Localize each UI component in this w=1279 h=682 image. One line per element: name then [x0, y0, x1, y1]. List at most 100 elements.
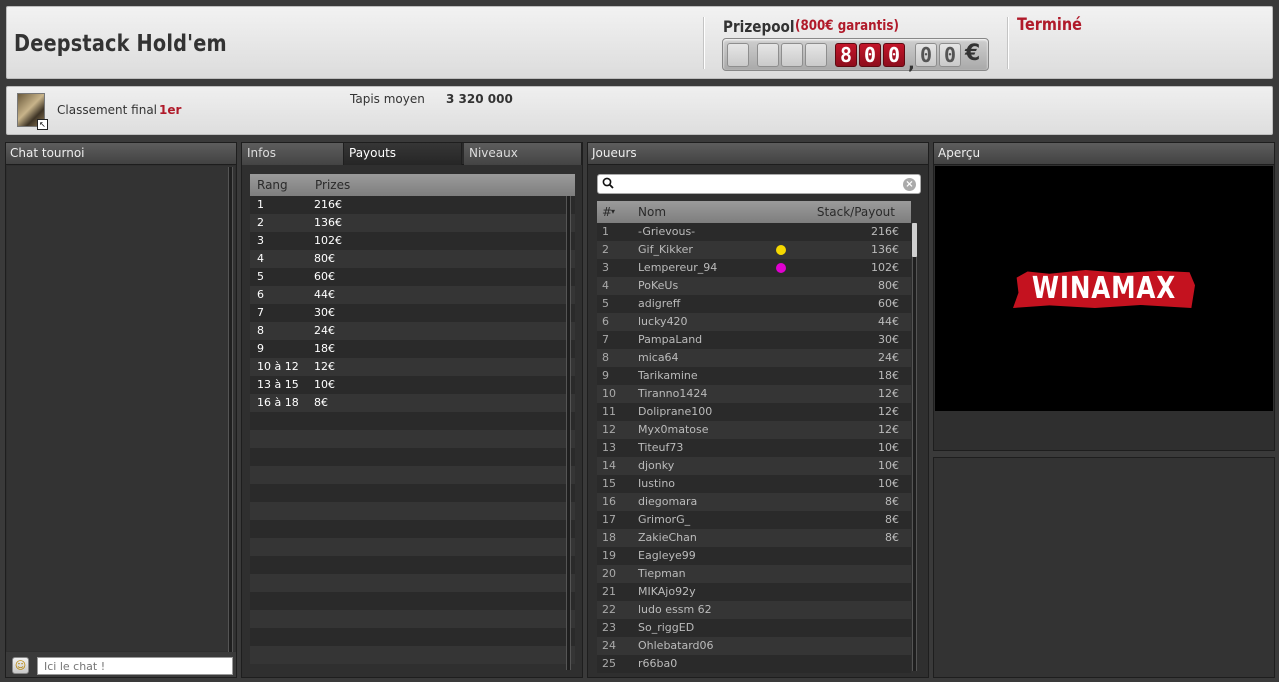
panel-tabs: Infos Payouts Niveaux — [242, 143, 582, 165]
payout-rank: 4 — [257, 252, 264, 265]
tournament-title: Deepstack Hold'em — [14, 31, 227, 57]
column-prizes[interactable]: Prizes — [315, 178, 350, 192]
players-scrollbar[interactable] — [912, 223, 917, 671]
player-row[interactable]: 13 Titeuf73 10€ — [597, 439, 911, 457]
player-rank: 17 — [602, 513, 616, 526]
avg-stack-label: Tapis moyen — [350, 92, 425, 106]
players-panel: Joueurs × # ▾ Nom Stack/Payout 1 -Grievou… — [587, 142, 929, 678]
prizepool-guarantee: (800€ garantis) — [795, 18, 899, 34]
player-row[interactable]: 10 Tiranno1424 12€ — [597, 385, 911, 403]
payouts-table-header: Rang Prizes — [250, 174, 575, 196]
player-row[interactable]: 15 Iustino 10€ — [597, 475, 911, 493]
player-rank: 24 — [602, 639, 616, 652]
payout-rank: 6 — [257, 288, 264, 301]
preview-panel-title: Aperçu — [934, 143, 1274, 165]
winamax-logo: WINAMAX — [1013, 270, 1195, 308]
player-rank: 2 — [602, 243, 609, 256]
player-row[interactable]: 12 Myx0matose 12€ — [597, 421, 911, 439]
clear-search-icon[interactable]: × — [903, 178, 916, 191]
player-rank: 13 — [602, 441, 616, 454]
tab-infos[interactable]: Infos — [242, 143, 344, 165]
player-rank: 15 — [602, 477, 616, 490]
payout-prize: 8€ — [314, 396, 328, 409]
payouts-scrollbar[interactable] — [566, 196, 571, 670]
chat-input[interactable] — [37, 657, 233, 675]
payout-row: 7 30€ — [250, 304, 575, 322]
player-stack: 8€ — [885, 495, 899, 508]
player-row[interactable]: 19 Eagleye99 — [597, 547, 911, 565]
player-stack: 44€ — [878, 315, 899, 328]
tab-payouts[interactable]: Payouts — [344, 143, 462, 165]
player-row[interactable]: 4 PoKeUs 80€ — [597, 277, 911, 295]
payout-prize: 102€ — [314, 234, 342, 247]
player-row[interactable]: 14 djonky 10€ — [597, 457, 911, 475]
player-name: -Grievous- — [638, 225, 696, 238]
tab-niveaux[interactable]: Niveaux — [464, 143, 582, 165]
player-row[interactable]: 17 GrimorG_ 8€ — [597, 511, 911, 529]
player-row[interactable]: 21 MIKAjo92y — [597, 583, 911, 601]
player-rank: 16 — [602, 495, 616, 508]
payout-prize: 80€ — [314, 252, 335, 265]
payout-rank: 8 — [257, 324, 264, 337]
tournament-status: Terminé — [1017, 15, 1082, 35]
search-icon — [602, 177, 614, 189]
column-stack-payout[interactable]: Stack/Payout — [817, 205, 895, 219]
payouts-rows: 1 216€ 2 136€ 3 102€ 4 80€ 5 60€ 6 44€ 7 30€ 8 24€ 9 18€ 1… — [250, 196, 575, 664]
player-row[interactable]: 5 adigreff 60€ — [597, 295, 911, 313]
player-stack: 102€ — [871, 261, 899, 274]
player-row[interactable]: 24 Ohlebatard06 — [597, 637, 911, 655]
player-stack: 10€ — [878, 441, 899, 454]
player-rank: 18 — [602, 531, 616, 544]
player-name: djonky — [638, 459, 675, 472]
sort-desc-icon[interactable]: ▾ — [611, 207, 615, 216]
payout-row-empty — [250, 466, 575, 484]
player-rank: 21 — [602, 585, 616, 598]
chat-panel-title: Chat tournoi — [6, 143, 236, 165]
payout-rank: 5 — [257, 270, 264, 283]
chat-messages[interactable] — [7, 166, 235, 651]
column-rang[interactable]: Rang — [257, 178, 288, 192]
player-row[interactable]: 9 Tarikamine 18€ — [597, 367, 911, 385]
player-name: PoKeUs — [638, 279, 679, 292]
player-row[interactable]: 25 r66ba0 — [597, 655, 911, 673]
player-row[interactable]: 16 diegomara 8€ — [597, 493, 911, 511]
tournament-header: Deepstack Hold'em Prizepool (800€ garant… — [6, 6, 1273, 79]
player-search[interactable]: × — [597, 174, 921, 194]
player-row[interactable]: 3 Lempereur_94 102€ — [597, 259, 911, 277]
player-row[interactable]: 7 PampaLand 30€ — [597, 331, 911, 349]
player-row[interactable]: 18 ZakieChan 8€ — [597, 529, 911, 547]
players-scrollbar-thumb[interactable] — [912, 223, 917, 257]
player-stack: 8€ — [885, 513, 899, 526]
player-row[interactable]: 22 ludo essm 62 — [597, 601, 911, 619]
player-row[interactable]: 2 Gif_Kikker 136€ — [597, 241, 911, 259]
player-stack: 30€ — [878, 333, 899, 346]
chat-scrollbar[interactable] — [228, 167, 233, 653]
player-rank: 22 — [602, 603, 616, 616]
player-row[interactable]: 23 So_riggED — [597, 619, 911, 637]
payout-rank: 16 à 18 — [257, 396, 299, 409]
payout-prize: 10€ — [314, 378, 335, 391]
player-row[interactable]: 6 lucky420 44€ — [597, 313, 911, 331]
table-preview[interactable]: WINAMAX — [935, 166, 1273, 411]
player-name: ludo essm 62 — [638, 603, 712, 616]
column-name[interactable]: Nom — [638, 205, 666, 219]
player-stack: 80€ — [878, 279, 899, 292]
player-row[interactable]: 8 mica64 24€ — [597, 349, 911, 367]
player-stack: 10€ — [878, 477, 899, 490]
payout-rank: 10 à 12 — [257, 360, 299, 373]
player-row[interactable]: 1 -Grievous- 216€ — [597, 223, 911, 241]
player-status-dot-icon — [776, 263, 786, 273]
player-name: GrimorG_ — [638, 513, 691, 526]
payout-rank: 7 — [257, 306, 264, 319]
player-row[interactable]: 11 Doliprane100 12€ — [597, 403, 911, 421]
player-rank: 6 — [602, 315, 609, 328]
players-table-header: # ▾ Nom Stack/Payout — [597, 201, 911, 223]
final-rank-label: Classement final — [57, 103, 158, 117]
player-rank: 7 — [602, 333, 609, 346]
smiley-icon[interactable]: ☺ — [12, 657, 29, 674]
player-row[interactable]: 20 Tiepman — [597, 565, 911, 583]
player-name: ZakieChan — [638, 531, 697, 544]
player-rank: 25 — [602, 657, 616, 670]
logo-text: WINAMAX — [1031, 271, 1177, 306]
player-name: r66ba0 — [638, 657, 678, 670]
